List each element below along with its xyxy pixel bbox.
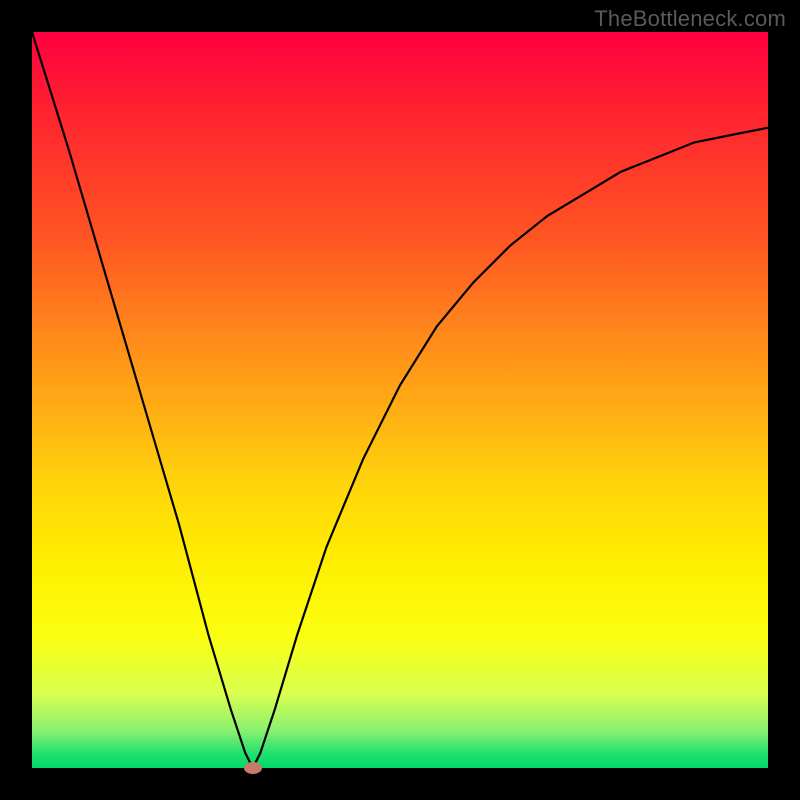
curve-path [32,32,768,768]
chart-frame: TheBottleneck.com [0,0,800,800]
watermark-text: TheBottleneck.com [594,6,786,32]
bottleneck-curve [32,32,768,768]
plot-area [32,32,768,768]
optimum-marker [244,762,262,774]
